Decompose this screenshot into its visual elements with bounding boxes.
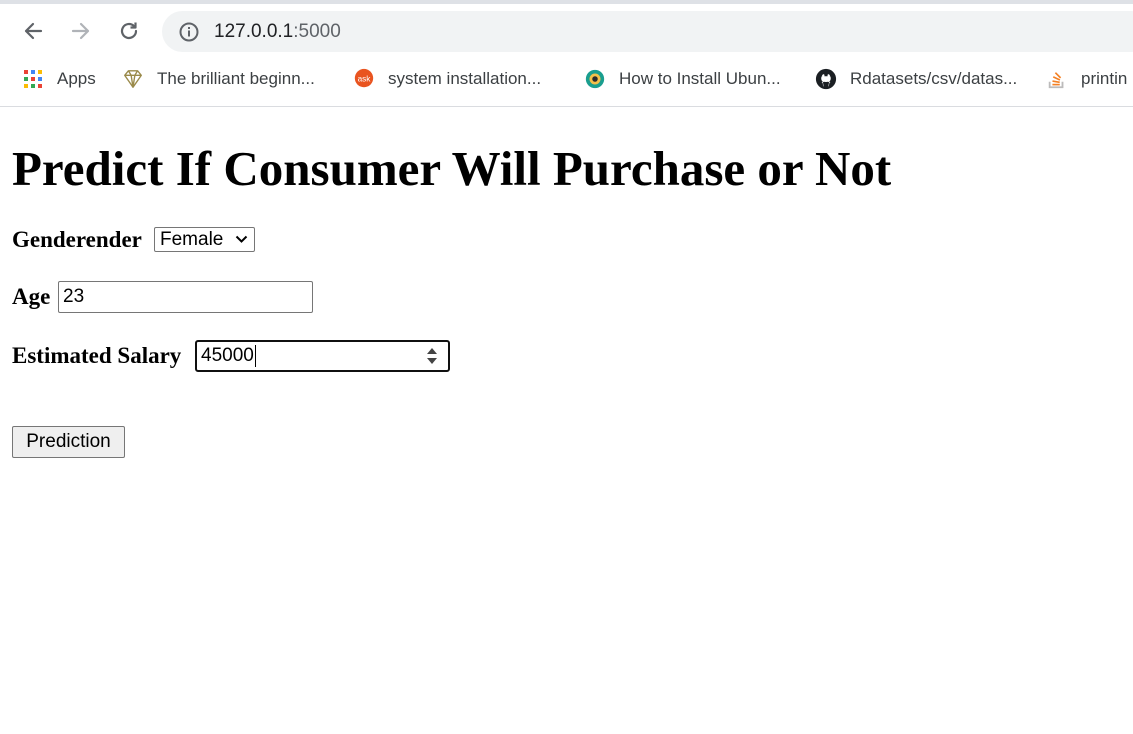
age-value: 23: [63, 286, 85, 307]
url-text: 127.0.0.1:5000: [214, 21, 341, 43]
github-icon: [815, 68, 837, 90]
url-port: :5000: [293, 21, 341, 42]
page-title: Predict If Consumer Will Purchase or Not: [12, 141, 892, 196]
bookmark-label: printin: [1081, 69, 1128, 88]
salary-input[interactable]: 45000: [195, 340, 450, 372]
bookmark-printing[interactable]: printin: [1046, 68, 1127, 90]
text-cursor: [254, 344, 256, 367]
bookmark-label: Apps: [57, 69, 96, 88]
url-host: 127.0.0.1: [214, 21, 294, 42]
chevron-down-icon: [235, 235, 248, 243]
gender-selected-value: Female: [160, 229, 224, 250]
gear-icon: [584, 68, 606, 90]
reload-button[interactable]: [115, 17, 143, 45]
back-button[interactable]: [19, 17, 47, 45]
bookmark-rdatasets[interactable]: Rdatasets/csv/datas...: [815, 68, 1017, 90]
reload-icon: [120, 22, 138, 40]
age-label: Age: [12, 284, 51, 309]
svg-text:ask: ask: [358, 74, 372, 83]
gender-select[interactable]: Female: [154, 227, 255, 252]
bookmarks-bar: Apps The brilliant beginn... ask system …: [0, 59, 1133, 107]
forward-button[interactable]: [67, 17, 95, 45]
salary-value: 45000: [201, 345, 254, 366]
back-arrow-icon: [24, 22, 43, 40]
bookmark-install-ubuntu[interactable]: How to Install Ubun...: [584, 68, 781, 90]
forward-arrow-icon: [71, 22, 90, 40]
askubuntu-icon: ask: [353, 68, 375, 90]
browser-toolbar: 127.0.0.1:5000: [0, 4, 1133, 59]
bookmark-apps[interactable]: Apps: [22, 68, 96, 90]
number-spinner-icon[interactable]: [425, 346, 439, 366]
gender-label: Genderender: [12, 227, 142, 252]
stackoverflow-icon: [1046, 68, 1068, 90]
prediction-button[interactable]: Prediction: [12, 426, 125, 458]
bookmark-brilliant-beginner[interactable]: The brilliant beginn...: [122, 68, 315, 90]
bookmark-label: How to Install Ubun...: [619, 69, 781, 88]
address-bar[interactable]: 127.0.0.1:5000: [162, 11, 1133, 52]
diamond-icon: [122, 68, 144, 90]
site-info-icon[interactable]: [178, 21, 200, 43]
age-input[interactable]: 23: [58, 281, 313, 313]
bookmark-label: Rdatasets/csv/datas...: [850, 69, 1018, 88]
bookmark-system-installation[interactable]: ask system installation...: [353, 68, 541, 90]
bookmark-label: system installation...: [388, 69, 542, 88]
apps-grid-icon: [22, 68, 44, 90]
bookmark-label: The brilliant beginn...: [157, 69, 315, 88]
salary-label: Estimated Salary: [12, 343, 182, 368]
